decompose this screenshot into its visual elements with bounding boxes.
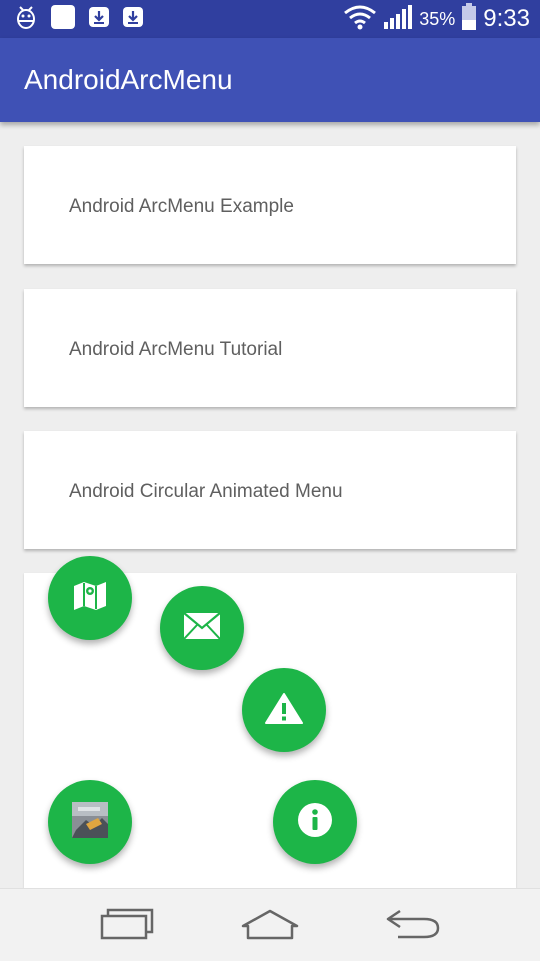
card-label: Android ArcMenu Tutorial [69, 339, 283, 360]
app-bar: AndroidArcMenu [0, 38, 540, 122]
signal-icon [383, 4, 413, 35]
notification-square-icon [50, 4, 76, 35]
clock: 9:33 [483, 5, 530, 32]
download-icon [88, 6, 110, 33]
card-arcmenu-tutorial[interactable]: Android ArcMenu Tutorial [24, 289, 516, 407]
card-label: Android ArcMenu Example [69, 196, 294, 217]
arc-menu-warning-button[interactable] [242, 668, 326, 752]
arc-menu-mail-button[interactable] [160, 586, 244, 670]
recent-apps-icon[interactable] [98, 907, 156, 946]
navigation-bar [0, 888, 540, 961]
battery-icon [461, 2, 477, 36]
card-label: Android Circular Animated Menu [69, 481, 343, 502]
map-icon [72, 580, 108, 617]
mail-icon [183, 611, 221, 645]
back-icon[interactable] [384, 907, 442, 946]
wifi-icon [343, 4, 377, 35]
home-icon[interactable] [240, 907, 300, 946]
download-icon [122, 6, 144, 33]
arc-menu-info-button[interactable] [273, 780, 357, 864]
arc-menu-toggle-button[interactable] [48, 780, 132, 864]
battery-percent: 35% [419, 8, 456, 29]
info-icon [297, 802, 333, 843]
app-title: AndroidArcMenu [24, 64, 233, 95]
card-arcmenu-example[interactable]: Android ArcMenu Example [24, 146, 516, 264]
android-debug-icon [14, 4, 38, 35]
card-circular-animated-menu[interactable]: Android Circular Animated Menu [24, 431, 516, 549]
status-bar-left [14, 4, 144, 35]
status-bar-right: 35% 9:33 [343, 2, 530, 36]
warning-icon [265, 692, 303, 729]
arc-menu-map-button[interactable] [48, 556, 132, 640]
status-bar: 35% 9:33 [0, 0, 540, 38]
image-thumbnail-icon [72, 801, 108, 843]
